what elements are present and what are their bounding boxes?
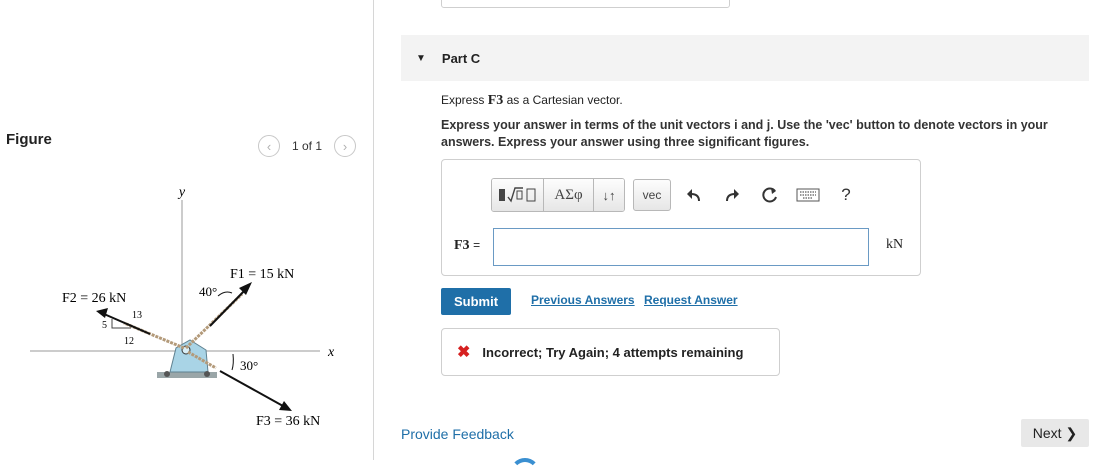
x-mark-icon: ✖ (457, 344, 471, 361)
part-title: Part C (441, 50, 481, 66)
pager-text: 1 of 1 (292, 139, 323, 153)
redo-icon[interactable] (717, 179, 747, 211)
next-figure-button[interactable]: › (334, 135, 357, 157)
angle-40-arc (217, 291, 233, 297)
f2-arrowhead (96, 308, 108, 318)
figure-title: Figure (6, 131, 52, 148)
f3-label: F3 = 36 kN (256, 414, 320, 429)
feedback-message: Incorrect; Try Again; 4 attempts remaini… (482, 344, 744, 360)
part-header[interactable]: ▼ Part C (401, 35, 1089, 81)
force-diagram: y x F1 = 15 kN F2 = 26 kN F3 = 36 kN 40°… (30, 185, 335, 429)
slope-5-label: 5 (102, 320, 107, 331)
next-label: Next (1032, 425, 1062, 441)
slope-12-label: 12 (124, 336, 134, 347)
answer-box: ΑΣφ ↓↑ vec ? F3 = kN (441, 159, 921, 276)
chevron-right-icon: › (342, 138, 348, 154)
provide-feedback-link[interactable]: Provide Feedback (401, 426, 514, 442)
vec-button[interactable]: vec (633, 179, 671, 211)
loading-spinner-icon (510, 458, 540, 467)
chevron-left-icon: ‹ (266, 138, 272, 154)
angle-40-label: 40° (199, 284, 217, 299)
answer-variable: F3 (454, 238, 470, 253)
answer-unit: kN (886, 237, 904, 252)
f1-label: F1 = 15 kN (230, 267, 294, 282)
angle-30-label: 30° (240, 358, 258, 373)
keyboard-icon[interactable] (793, 179, 823, 211)
prompt-prefix: Express (441, 93, 485, 107)
angle-30-arc (231, 353, 234, 371)
f2-label: F2 = 26 kN (62, 291, 126, 306)
subscript-superscript-button[interactable]: ↓↑ (594, 179, 624, 211)
question-prompt: Express F3 as a Cartesian vector. (441, 93, 623, 109)
answer-label: F3 = (454, 238, 480, 254)
panel-divider (373, 0, 374, 460)
greek-symbols-button[interactable]: ΑΣφ (544, 179, 594, 211)
f3-arrow (219, 370, 284, 407)
answer-input[interactable] (493, 228, 869, 266)
previous-part-box (441, 0, 730, 8)
prompt-suffix: as a Cartesian vector. (506, 93, 623, 107)
next-button[interactable]: Next ❯ (1021, 419, 1089, 447)
submit-button[interactable]: Submit (441, 288, 511, 315)
chevron-right-icon: ❯ (1065, 424, 1078, 441)
reset-icon[interactable] (755, 179, 785, 211)
previous-figure-button[interactable]: ‹ (258, 135, 280, 157)
answer-instructions: Express your answer in terms of the unit… (441, 118, 1048, 149)
figure-pager: ‹ 1 of 1 › (258, 135, 357, 157)
slope-13-label: 13 (132, 310, 142, 321)
fraction-sqrt-icon (498, 187, 535, 203)
support-bolt-right (204, 371, 210, 377)
request-answer-link[interactable]: Request Answer (644, 293, 738, 307)
undo-icon[interactable] (679, 179, 709, 211)
help-icon[interactable]: ? (831, 179, 861, 211)
feedback-message-box: ✖ Incorrect; Try Again; 4 attempts remai… (441, 328, 780, 376)
prompt-variable: F3 (487, 93, 504, 108)
caret-down-icon: ▼ (416, 52, 426, 64)
answer-equals: = (473, 238, 481, 252)
previous-answers-link[interactable]: Previous Answers (531, 293, 635, 307)
support-bolt-left (164, 371, 170, 377)
f2-arrow (103, 313, 151, 335)
x-axis-label: x (327, 345, 335, 360)
template-button-group: ΑΣφ ↓↑ (491, 178, 625, 212)
math-toolbar: ΑΣφ ↓↑ vec ? (491, 178, 861, 212)
y-axis-label: y (177, 185, 186, 200)
fraction-sqrt-button[interactable] (492, 179, 544, 211)
